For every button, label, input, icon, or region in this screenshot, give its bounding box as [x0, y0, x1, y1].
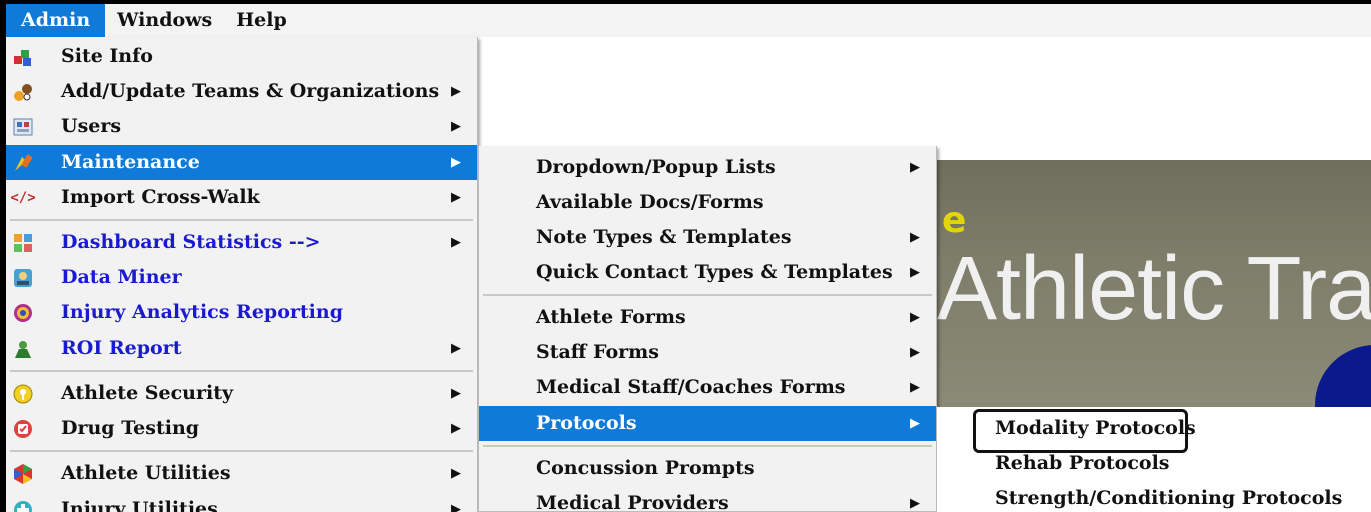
highlight-annotation-box [973, 409, 1188, 453]
banner-partial-text: e [942, 200, 967, 241]
menu-item-label: Import Cross-Walk [61, 186, 260, 208]
submenu-arrow-icon: ▶ [451, 421, 461, 436]
menu-item-label: Athlete Forms [536, 306, 686, 328]
menu-item-label: Staff Forms [536, 341, 659, 363]
menu-item-teams[interactable]: Add/Update Teams & Organizations ▶ [6, 74, 477, 109]
maintenance-icon [10, 150, 36, 176]
menu-item-site-info[interactable]: Site Info [6, 39, 477, 74]
roi-icon [10, 336, 36, 362]
menu-item-label: Quick Contact Types & Templates [536, 261, 893, 283]
menu-item-medical-staff-coaches-forms[interactable]: Medical Staff/Coaches Forms ▶ [479, 370, 936, 405]
menu-item-drug-testing[interactable]: Drug Testing ▶ [6, 411, 477, 446]
injury-utilities-icon [10, 497, 36, 512]
menu-item-label: Injury Analytics Reporting [61, 301, 343, 323]
users-icon [10, 114, 36, 140]
submenu-arrow-icon: ▶ [451, 190, 461, 205]
menu-item-dropdown-popup-lists[interactable]: Dropdown/Popup Lists ▶ [479, 150, 936, 185]
submenu-arrow-icon: ▶ [451, 155, 461, 170]
menu-item-label: Maintenance [61, 151, 200, 173]
athlete-utilities-icon [10, 461, 36, 487]
menu-separator [483, 294, 932, 296]
menubar: Admin Windows Help [6, 4, 1371, 37]
menu-item-label: Note Types & Templates [536, 226, 792, 248]
menu-item-label: Drug Testing [61, 417, 200, 439]
submenu-arrow-icon: ▶ [910, 345, 920, 360]
menu-item-label: Athlete Security [61, 382, 234, 404]
menu-item-label: Medical Providers [536, 492, 729, 512]
menu-item-available-docs-forms[interactable]: Available Docs/Forms [479, 185, 936, 220]
menu-item-injury-analytics[interactable]: Injury Analytics Reporting [6, 295, 477, 330]
menu-item-injury-utilities[interactable]: Injury Utilities ▶ [6, 492, 477, 512]
menu-item-label: Concussion Prompts [536, 457, 755, 479]
menu-item-dashboard-statistics[interactable]: Dashboard Statistics --> ▶ [6, 225, 477, 260]
menu-item-label: ROI Report [61, 337, 182, 359]
submenu-arrow-icon: ▶ [451, 84, 461, 99]
data-miner-icon [10, 265, 36, 291]
banner-title: Athletic Tra [937, 239, 1371, 339]
menu-item-import-cross-walk[interactable]: </> Import Cross-Walk ▶ [6, 180, 477, 215]
menu-item-label: Injury Utilities [61, 498, 218, 512]
menu-item-label: Athlete Utilities [61, 462, 231, 484]
menu-separator [10, 370, 473, 372]
menu-help[interactable]: Help [224, 4, 299, 37]
submenu-arrow-icon: ▶ [451, 341, 461, 356]
submenu-arrow-icon: ▶ [451, 119, 461, 134]
submenu-arrow-icon: ▶ [910, 265, 920, 280]
menu-item-users[interactable]: Users ▶ [6, 109, 477, 144]
dashboard-icon [10, 230, 36, 256]
menu-admin[interactable]: Admin [6, 4, 106, 37]
drug-testing-icon [10, 416, 36, 442]
menu-item-quick-contact-types[interactable]: Quick Contact Types & Templates ▶ [479, 255, 936, 290]
submenu-arrow-icon: ▶ [451, 502, 461, 512]
maintenance-submenu: Dropdown/Popup Lists ▶ Available Docs/Fo… [478, 146, 937, 512]
menu-item-note-types-templates[interactable]: Note Types & Templates ▶ [479, 220, 936, 255]
menu-item-label: Data Miner [61, 266, 182, 288]
menu-item-medical-providers[interactable]: Medical Providers ▶ [479, 486, 936, 512]
menu-separator [10, 450, 473, 452]
submenu-arrow-icon: ▶ [910, 310, 920, 325]
admin-dropdown-menu: Site Info Add/Update Teams & Organizatio… [6, 37, 478, 512]
menu-item-athlete-security[interactable]: Athlete Security ▶ [6, 376, 477, 411]
menu-item-roi-report[interactable]: ROI Report ▶ [6, 331, 477, 366]
submenu-arrow-icon: ▶ [910, 416, 920, 431]
menu-item-label: Protocols [536, 412, 637, 434]
submenu-arrow-icon: ▶ [910, 496, 920, 511]
analytics-icon [10, 300, 36, 326]
menu-item-label: Medical Staff/Coaches Forms [536, 376, 846, 398]
submenu-arrow-icon: ▶ [910, 160, 920, 175]
menu-item-athlete-utilities[interactable]: Athlete Utilities ▶ [6, 456, 477, 491]
menu-separator [10, 219, 473, 221]
submenu-arrow-icon: ▶ [451, 466, 461, 481]
security-icon [10, 381, 36, 407]
menu-item-staff-forms[interactable]: Staff Forms ▶ [479, 335, 936, 370]
code-icon: </> [10, 189, 36, 206]
menu-item-label: Site Info [61, 45, 153, 67]
submenu-arrow-icon: ▶ [451, 386, 461, 401]
menu-item-label: Users [61, 115, 122, 137]
submenu-arrow-icon: ▶ [451, 235, 461, 250]
menu-item-label: Available Docs/Forms [536, 191, 764, 213]
menu-item-athlete-forms[interactable]: Athlete Forms ▶ [479, 300, 936, 335]
menu-item-label: Dropdown/Popup Lists [536, 156, 776, 178]
submenu-arrow-icon: ▶ [910, 230, 920, 245]
menu-separator [483, 445, 932, 447]
menu-windows[interactable]: Windows [105, 4, 224, 37]
menu-item-label: Dashboard Statistics --> [61, 231, 321, 253]
menu-item-strength-conditioning-protocols[interactable]: Strength/Conditioning Protocols [995, 481, 1342, 512]
menu-item-maintenance[interactable]: Maintenance ▶ [6, 145, 477, 180]
menu-item-concussion-prompts[interactable]: Concussion Prompts [479, 451, 936, 486]
teams-icon [10, 79, 36, 105]
submenu-arrow-icon: ▶ [910, 380, 920, 395]
menu-item-data-miner[interactable]: Data Miner [6, 260, 477, 295]
site-info-icon [10, 44, 36, 70]
menu-item-protocols[interactable]: Protocols ▶ [479, 406, 936, 441]
menu-item-label: Add/Update Teams & Organizations [61, 80, 440, 102]
